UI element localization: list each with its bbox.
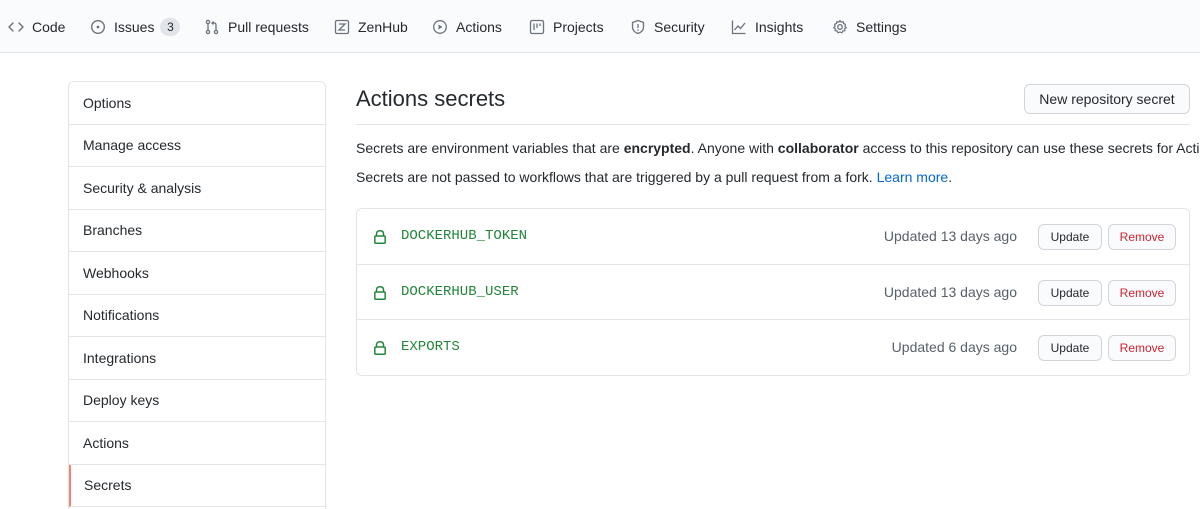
gear-icon — [832, 19, 848, 35]
tab-pull-requests[interactable]: Pull requests — [204, 0, 309, 53]
description-text: Secrets are environment variables that a… — [356, 140, 624, 156]
secret-name: DOCKERHUB_TOKEN — [401, 228, 528, 244]
sidebar-item-integrations[interactable]: Integrations — [69, 337, 325, 380]
remove-button[interactable]: Remove — [1108, 279, 1176, 306]
lock-icon — [374, 230, 386, 244]
update-button[interactable]: Update — [1038, 224, 1102, 250]
sidebar-item-label: Manage access — [83, 137, 182, 154]
code-icon — [8, 19, 24, 35]
tab-label: ZenHub — [358, 18, 408, 35]
tab-label: Insights — [755, 18, 804, 35]
tab-label: Pull requests — [228, 18, 309, 35]
sidebar-item-label: Secrets — [84, 477, 132, 494]
sidebar-item-secrets[interactable]: Secrets — [69, 464, 325, 507]
tab-label: Code — [32, 18, 66, 35]
sidebar-item-branches[interactable]: Branches — [69, 210, 325, 252]
tab-label: Projects — [553, 18, 604, 35]
list-item: EXPORTS Updated 6 days ago Update Remove — [357, 320, 1189, 376]
zenhub-icon — [334, 19, 350, 35]
sidebar-item-label: Notifications — [83, 307, 160, 324]
notice-text: . — [948, 169, 953, 185]
issues-counter: 3 — [160, 17, 181, 36]
pull-request-icon — [204, 19, 220, 35]
tab-insights[interactable]: Insights — [731, 0, 803, 53]
learn-more-link[interactable]: Learn more — [877, 169, 949, 185]
sidebar-item-webhooks[interactable]: Webhooks — [69, 252, 325, 295]
description-bold-encrypted: encrypted — [623, 140, 691, 156]
repo-nav: Code Issues 3 Pull requests ZenHub Actio… — [0, 0, 1200, 53]
update-button[interactable]: Update — [1038, 279, 1102, 306]
tab-label: Issues — [114, 18, 155, 35]
sidebar-item-label: Integrations — [83, 349, 157, 366]
secrets-description: Secrets are environment variables that a… — [356, 138, 1200, 158]
sidebar-item-deploy-keys[interactable]: Deploy keys — [69, 380, 325, 422]
sidebar-item-options[interactable]: Options — [69, 82, 325, 125]
sidebar-item-label: Branches — [83, 222, 143, 239]
notice-text: Secrets are not passed to workflows that… — [356, 169, 877, 185]
sidebar-item-label: Deploy keys — [83, 392, 160, 409]
project-icon — [529, 19, 545, 35]
sidebar-item-label: Options — [83, 94, 132, 111]
updated-timestamp: Updated 13 days ago — [883, 283, 1017, 300]
divider — [356, 124, 1190, 125]
sidebar-item-label: Actions — [83, 434, 129, 451]
sidebar-item-notifications[interactable]: Notifications — [69, 295, 325, 337]
sidebar-item-actions[interactable]: Actions — [69, 422, 325, 465]
issue-icon — [90, 19, 106, 35]
sidebar-item-label: Security & analysis — [83, 179, 202, 196]
sidebar-item-manage-access[interactable]: Manage access — [69, 125, 325, 167]
list-item: DOCKERHUB_TOKEN Updated 13 days ago Upda… — [357, 209, 1189, 265]
sidebar-item-security-analysis[interactable]: Security & analysis — [69, 167, 325, 210]
shield-icon — [630, 19, 646, 35]
description-text: access to this repository can use these … — [858, 140, 1200, 156]
tab-zenhub[interactable]: ZenHub — [334, 0, 408, 53]
description-text: . Anyone with — [690, 140, 778, 156]
tab-security[interactable]: Security — [630, 0, 705, 53]
tab-projects[interactable]: Projects — [529, 0, 604, 53]
play-icon — [432, 19, 448, 35]
secrets-list: DOCKERHUB_TOKEN Updated 13 days ago Upda… — [356, 208, 1190, 376]
tab-code[interactable]: Code — [8, 0, 65, 53]
tab-actions[interactable]: Actions — [432, 0, 502, 53]
tab-label: Actions — [456, 18, 502, 35]
description-bold-collaborator: collaborator — [777, 140, 859, 156]
graph-icon — [731, 19, 747, 35]
tab-issues[interactable]: Issues 3 — [90, 0, 181, 53]
new-repository-secret-button[interactable]: New repository secret — [1024, 84, 1190, 114]
remove-button[interactable]: Remove — [1108, 224, 1176, 250]
tab-settings[interactable]: Settings — [832, 0, 907, 53]
fork-notice: Secrets are not passed to workflows that… — [356, 167, 952, 187]
sidebar-item-label: Webhooks — [83, 264, 149, 281]
update-button[interactable]: Update — [1038, 335, 1102, 361]
secret-name: EXPORTS — [401, 339, 460, 355]
list-item: DOCKERHUB_USER Updated 13 days ago Updat… — [357, 265, 1189, 320]
tab-label: Settings — [856, 18, 907, 35]
remove-button[interactable]: Remove — [1108, 335, 1176, 361]
updated-timestamp: Updated 13 days ago — [883, 228, 1017, 244]
secret-name: DOCKERHUB_USER — [401, 283, 519, 300]
updated-timestamp: Updated 6 days ago — [891, 339, 1017, 355]
lock-icon — [374, 341, 386, 355]
tab-label: Security — [654, 18, 705, 35]
lock-icon — [374, 285, 386, 300]
settings-sidebar: Options Manage access Security & analysi… — [68, 81, 326, 509]
page-title: Actions secrets — [356, 86, 506, 111]
